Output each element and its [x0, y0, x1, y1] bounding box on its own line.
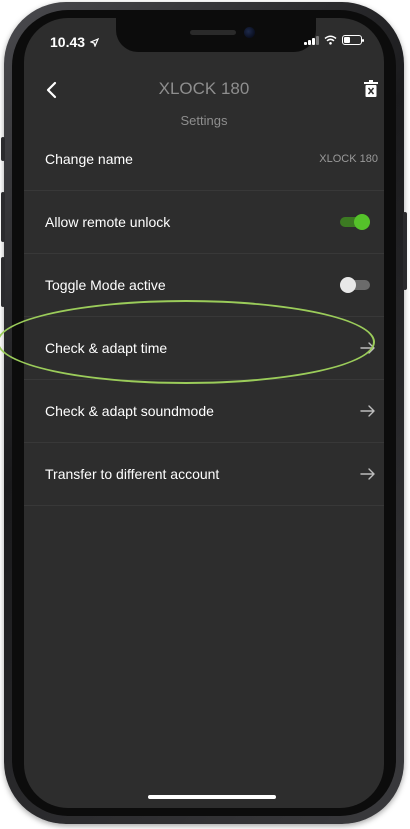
check-adapt-soundmode-row[interactable]: Check & adapt soundmode — [24, 380, 384, 443]
volume-down-button — [1, 257, 5, 307]
toggle-mode-toggle[interactable] — [340, 277, 370, 293]
trash-icon[interactable] — [364, 80, 378, 98]
home-indicator[interactable] — [148, 795, 276, 799]
status-time: 10.43 — [50, 34, 100, 50]
arrow-right-icon — [360, 468, 375, 480]
cellular-signal-icon — [304, 35, 319, 45]
battery-icon — [342, 35, 364, 45]
mute-switch — [1, 137, 5, 161]
transfer-account-label: Transfer to different account — [45, 466, 220, 482]
wifi-icon — [324, 35, 337, 45]
camera-icon — [244, 27, 255, 38]
allow-remote-unlock-label: Allow remote unlock — [45, 214, 171, 230]
phone-frame: 10.43 XLOCK 180 Settings Change name XLO… — [1, 2, 407, 824]
page-subtitle: Settings — [180, 113, 228, 128]
toggle-mode-row: Toggle Mode active — [24, 254, 384, 317]
check-adapt-soundmode-label: Check & adapt soundmode — [45, 403, 214, 419]
arrow-right-icon — [360, 405, 375, 417]
page-title: XLOCK 180 — [158, 79, 250, 98]
status-time-text: 10.43 — [50, 34, 86, 50]
speaker-grille — [190, 30, 236, 35]
transfer-account-row[interactable]: Transfer to different account — [24, 443, 384, 506]
settings-list: Change name XLOCK 180 Allow remote unloc… — [24, 128, 384, 506]
allow-remote-unlock-row: Allow remote unlock — [24, 191, 384, 254]
change-name-label: Change name — [45, 151, 133, 167]
check-adapt-time-label: Check & adapt time — [45, 340, 168, 356]
power-button — [403, 212, 407, 290]
device-name-value: XLOCK 180 — [319, 153, 378, 165]
allow-remote-unlock-toggle[interactable] — [340, 214, 370, 230]
check-adapt-time-row[interactable]: Check & adapt time — [24, 317, 384, 380]
change-name-row[interactable]: Change name XLOCK 180 — [24, 128, 384, 191]
arrow-right-icon — [360, 342, 375, 354]
volume-up-button — [1, 192, 5, 242]
app-screen: 10.43 XLOCK 180 Settings Change name XLO… — [24, 18, 384, 808]
status-icons — [304, 35, 364, 45]
location-icon — [89, 37, 100, 48]
notch — [116, 18, 316, 52]
toggle-mode-label: Toggle Mode active — [45, 277, 166, 293]
